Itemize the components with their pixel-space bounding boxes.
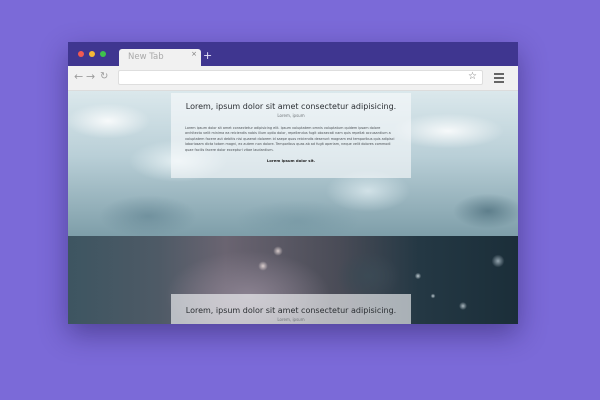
card-title: Lorem, ipsum dolor sit amet consectetur …: [185, 102, 397, 111]
star-icon[interactable]: ☆: [468, 71, 477, 83]
close-window-button[interactable]: [78, 51, 84, 57]
address-bar[interactable]: [118, 70, 483, 85]
page-content: Lorem, ipsum dolor sit amet consectetur …: [68, 91, 518, 324]
minimize-window-button[interactable]: [89, 51, 95, 57]
text-card-top: Lorem, ipsum dolor sit amet consectetur …: [171, 93, 411, 178]
hamburger-menu-icon[interactable]: [494, 73, 504, 85]
reload-icon[interactable]: ↻: [100, 71, 108, 83]
card-body-text: Lorem ipsum dolor sit amet consectetur a…: [185, 126, 395, 152]
title-bar: New Tab × +: [68, 42, 518, 66]
browser-tab[interactable]: New Tab ×: [119, 49, 201, 66]
tab-title: New Tab: [128, 52, 164, 62]
browser-toolbar: ← → ↻ ☆: [68, 66, 518, 91]
card-title: Lorem, ipsum dolor sit amet consectetur …: [185, 306, 397, 315]
card-subtitle: Lorem, ipsum: [277, 113, 305, 118]
maximize-window-button[interactable]: [100, 51, 106, 57]
forward-arrow-icon[interactable]: →: [86, 71, 95, 83]
close-icon[interactable]: ×: [191, 50, 197, 58]
new-tab-button[interactable]: +: [203, 50, 212, 62]
card-strong-text: Lorem ipsum dolor sit.: [266, 158, 316, 164]
text-card-bottom: Lorem, ipsum dolor sit amet consectetur …: [171, 294, 411, 324]
back-arrow-icon[interactable]: ←: [74, 71, 83, 83]
browser-window: New Tab × + ← → ↻ ☆ Lorem, ipsum dolor s…: [68, 42, 518, 324]
card-subtitle: Lorem, ipsum: [277, 317, 305, 322]
